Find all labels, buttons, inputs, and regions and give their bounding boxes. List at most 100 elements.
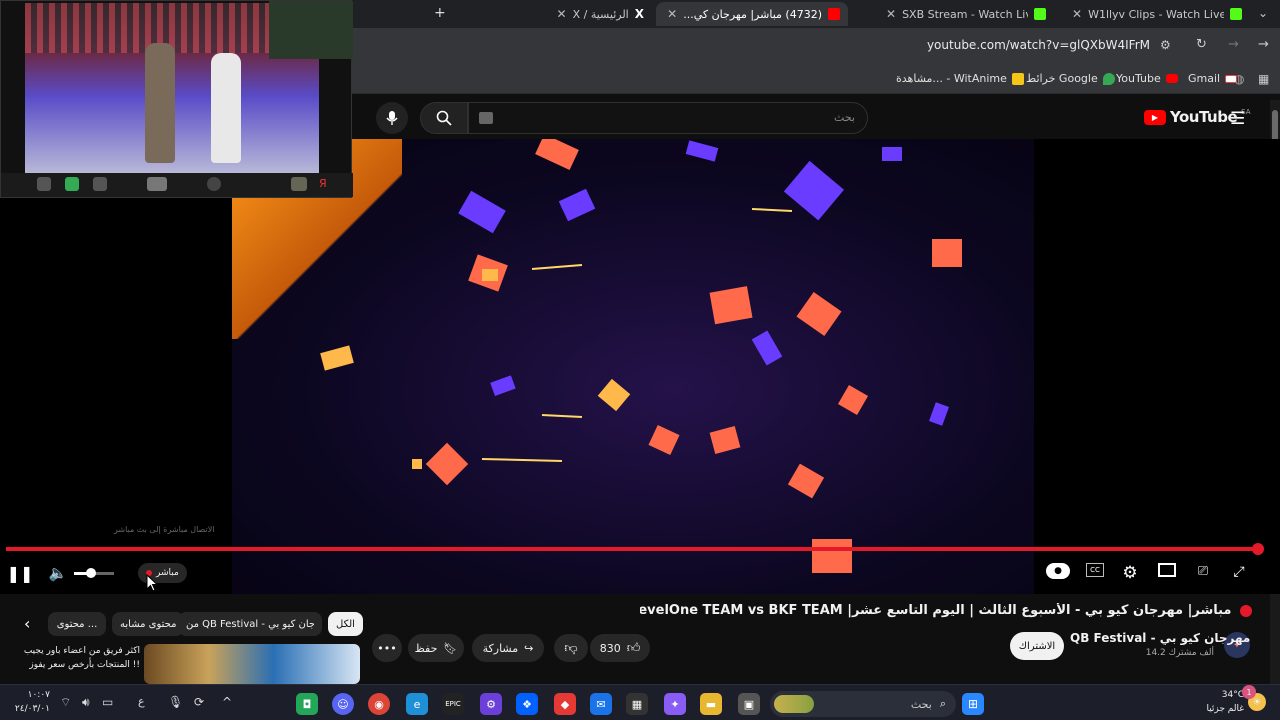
more-icon: ••• <box>377 641 397 655</box>
language-indicator[interactable]: ع <box>138 695 145 708</box>
close-icon[interactable]: ✕ <box>1072 7 1082 21</box>
app-icon[interactable]: ◆ <box>554 693 576 715</box>
close-icon[interactable]: ✕ <box>886 7 896 21</box>
youtube-logo[interactable]: ▶ YouTube SA <box>1144 108 1251 126</box>
channel-name[interactable]: QB Festival - مهرجان كيو بي <box>1070 631 1250 645</box>
picture-in-picture-window[interactable]: Я <box>0 0 353 198</box>
copilot-icon[interactable]: ✦ <box>664 693 686 715</box>
search-button[interactable] <box>420 102 468 134</box>
tab-youtube-active[interactable]: (4732) مباشر| مهرجان كي... ✕ <box>656 2 848 26</box>
progress-bar[interactable] <box>6 543 1264 555</box>
back-icon[interactable]: → <box>1258 37 1269 52</box>
suggested-video-thumbnail[interactable] <box>144 644 360 684</box>
record-icon[interactable] <box>207 177 221 191</box>
settings-icon[interactable]: ⚙ <box>1120 563 1140 583</box>
kick-icon <box>1034 8 1046 20</box>
file-explorer-icon[interactable]: ▬ <box>700 693 722 715</box>
subscribe-button[interactable]: الاشتراك <box>1010 632 1064 660</box>
dropbox-icon[interactable]: ❖ <box>516 693 538 715</box>
discord-icon[interactable]: ☺ <box>332 693 354 715</box>
start-icon[interactable]: ⊞ <box>962 693 984 715</box>
new-tab-icon[interactable]: + <box>434 5 446 21</box>
youtube-icon <box>1165 74 1178 83</box>
app-icon[interactable]: ◘ <box>296 693 318 715</box>
search-highlight-image <box>774 695 814 713</box>
url-field[interactable]: youtube.com/watch?v=glQXbW4IFrM <box>880 38 1150 52</box>
chip-all[interactable]: الكل <box>328 612 363 636</box>
video-frame[interactable] <box>232 139 1034 594</box>
temperature: 34°C <box>1221 690 1244 700</box>
save-button[interactable]: حفظ 🔖︎ <box>408 634 464 662</box>
tab-sxb[interactable]: SXB Stream - Watch Live on ✕ <box>878 2 1054 26</box>
dislike-button[interactable]: 👎︎ <box>554 634 588 662</box>
notification-badge: 1 <box>1242 685 1256 699</box>
tool-icon[interactable] <box>291 177 307 191</box>
all-bookmarks-icon[interactable]: ▦ <box>1258 72 1269 86</box>
video-player[interactable]: الاتصال مباشرة إلى بث مباشر ❚❚ 🔈 مباشر ●… <box>0 139 1280 594</box>
display-icon[interactable]: ▭ <box>102 695 113 709</box>
theater-mode-icon[interactable] <box>1158 563 1176 577</box>
outlook-icon[interactable]: ✉ <box>590 693 612 715</box>
epic-games-icon[interactable]: EPIC <box>442 693 464 715</box>
pause-icon[interactable]: ❚❚ <box>7 563 34 583</box>
subtitles-icon[interactable]: CC <box>1086 563 1104 577</box>
tab-w1llyv[interactable]: W1llyv Clips - Watch Live on Ki ✕ <box>1064 2 1250 26</box>
app-tray-icon[interactable]: ⟳ <box>194 695 204 709</box>
taskbar-search[interactable]: بحث ⌕ <box>770 691 956 717</box>
chip-more[interactable]: محتوى ... <box>48 612 106 636</box>
tool-icon[interactable] <box>93 177 107 191</box>
play-logo-icon: ▶ <box>1144 109 1166 125</box>
tab-list-chevron-icon[interactable]: ⌄ <box>1258 6 1268 20</box>
tab-x-home[interactable]: X الرئيسية / X ✕ <box>460 2 652 26</box>
chevron-left-icon[interactable]: ‹ <box>24 614 30 633</box>
wifi-icon[interactable]: ⌔ <box>60 695 71 710</box>
reload-icon[interactable]: ↻ <box>1196 37 1207 52</box>
volume-knob[interactable] <box>86 568 96 578</box>
camera-icon[interactable] <box>147 177 167 191</box>
bookmark-google-maps[interactable]: خرائط Google <box>1026 72 1115 85</box>
forward-icon[interactable]: → <box>1228 37 1239 52</box>
fullscreen-icon[interactable]: ⤢ <box>1230 563 1248 581</box>
progress-knob[interactable] <box>1252 543 1264 555</box>
speaker-icon[interactable]: 🔊︎ <box>82 695 90 710</box>
clock[interactable]: ١٠:٠٧ ٢٤/٠٣/٠١ <box>8 688 50 716</box>
search-input[interactable]: بحث <box>468 102 868 134</box>
microphone-icon[interactable]: 🎙︎ <box>168 695 183 709</box>
volume-slider[interactable] <box>74 568 114 578</box>
app-icon[interactable]: ⚙ <box>480 693 502 715</box>
bookmark-youtube[interactable]: YouTube <box>1116 72 1178 85</box>
close-icon[interactable]: ✕ <box>667 7 677 21</box>
share-icon: ↪ <box>524 641 534 655</box>
person-figure <box>145 43 175 163</box>
tool-icon[interactable] <box>37 177 51 191</box>
cast-icon[interactable]: ⎚ <box>1194 563 1212 579</box>
tool-icon[interactable] <box>65 177 79 191</box>
store-icon[interactable]: ▦ <box>626 693 648 715</box>
pip-toolbar[interactable]: Я <box>1 173 353 197</box>
volume-icon[interactable]: 🔈 <box>48 563 68 583</box>
voice-search-button[interactable] <box>376 102 408 134</box>
share-button[interactable]: مشاركة ↪ <box>472 634 544 662</box>
suggested-video-title[interactable]: اكثر فريق من اعضاء باور يجيب المنتجات بأ… <box>20 644 140 672</box>
site-settings-icon[interactable]: ⚙ <box>1160 38 1171 52</box>
mouse-cursor-icon <box>146 574 158 592</box>
bookmark-witanime[interactable]: مشاهدة... - WitAnime <box>896 72 1024 85</box>
keyboard-icon[interactable] <box>479 112 493 124</box>
weather-widget[interactable]: 34°C غالم جزئيا <box>1196 688 1244 716</box>
tab-label: W1llyv Clips - Watch Live on Ki <box>1088 7 1224 21</box>
chevron-up-icon[interactable]: ^ <box>222 695 232 709</box>
chrome-icon[interactable]: ◉ <box>368 693 390 715</box>
bookmark-gmail[interactable]: Gmail <box>1188 72 1238 85</box>
chip-related[interactable]: محتوى مشابه <box>112 612 185 636</box>
bookmark-icon: 🔖︎ <box>443 641 458 655</box>
more-actions-button[interactable]: ••• <box>372 634 402 662</box>
edge-icon[interactable]: e <box>406 693 428 715</box>
video-title: مباشر| مهرجان كيو بي - الأسبوع الثالث | … <box>640 603 1252 618</box>
like-button[interactable]: 830 👍︎ <box>590 634 650 662</box>
chip-from-channel[interactable]: من QB Festival - مهرجان كيو بي <box>178 612 322 636</box>
youtube-header: ☰ ▶ YouTube SA بحث <box>352 97 1280 139</box>
autoplay-toggle[interactable]: ● <box>1046 563 1070 579</box>
search-icon: ⌕ <box>939 697 946 710</box>
close-icon[interactable]: ✕ <box>557 7 567 21</box>
task-view-icon[interactable]: ▣ <box>738 693 760 715</box>
